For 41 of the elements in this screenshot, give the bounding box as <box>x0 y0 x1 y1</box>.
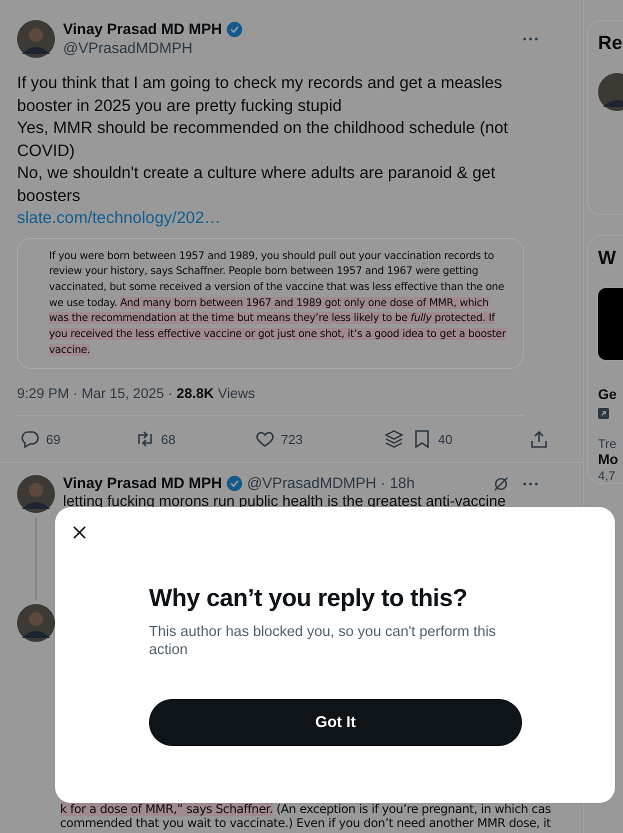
share-icon[interactable] <box>529 429 549 450</box>
close-icon[interactable] <box>73 526 86 539</box>
quote-text: If you were born between 1957 and 1989, you should pull out your vaccination records to review your history, says Schaffner. People born between 1957 and 1967 were getting vaccinated, but some received a version of the vaccine that was less effective than the one we use today. And many born between 1967 and 1989 got only one dose of MMR, which was the recommendation at the time but means they’re less likely to be fully protected. If you received the less effective vaccine or got just one shot, it’s a good idea to get a booster vaccine. <box>49 248 508 358</box>
bookmark-icon[interactable] <box>412 429 432 450</box>
thumbnail[interactable] <box>598 288 623 360</box>
quote-text: k for a dose of MMR,” says Schaffner. (An exception is if you’re pregnant, in which cas <box>60 802 552 816</box>
views-label: Views <box>218 385 255 402</box>
heart-icon[interactable] <box>255 429 275 450</box>
action-count: 40 <box>438 432 452 447</box>
avatar[interactable] <box>17 20 55 58</box>
more-icon[interactable] <box>523 482 538 486</box>
action-count: 723 <box>281 432 303 447</box>
author-handle[interactable]: @VPrasadMDMPH <box>63 40 515 57</box>
repost-icon[interactable] <box>135 429 155 450</box>
more-icon[interactable] <box>523 37 538 41</box>
quote-text: commended that you wait to vaccinate.) Even if you don’t need another MMR dose, it <box>60 816 552 830</box>
tweet-text: If you think that I am going to check my records and get a measles booster in 2025 you are pretty fucking stupid Yes, MMR should be recommended on the childhood schedule (not COVID) No, we shouldn't create a culture where adults are paranoid & get boosters <box>17 73 510 207</box>
author-name[interactable]: Vinay Prasad MD MPH <box>63 475 222 492</box>
got-it-button[interactable]: Got It <box>149 699 522 746</box>
action-count: 69 <box>46 432 60 447</box>
avatar[interactable] <box>17 604 55 642</box>
author-name[interactable]: Vinay Prasad MD MPH <box>63 21 222 38</box>
dialog-title: Why can’t you reply to this? <box>149 585 468 613</box>
trend-context: Tre <box>598 437 616 451</box>
dialog-message: This author has blocked you, so you can't perform this action <box>149 623 497 659</box>
reply-icon[interactable] <box>20 429 40 450</box>
author-handle[interactable]: @VPrasadMDMPH · 18h <box>246 475 415 492</box>
view-count: 28.8K <box>176 385 214 402</box>
layers-icon[interactable] <box>384 429 404 450</box>
trend-count: 4,7 <box>598 469 616 483</box>
arrow-icon <box>598 408 609 419</box>
trend-headline[interactable]: Ge <box>598 386 617 402</box>
trend-topic[interactable]: Mo <box>598 451 618 467</box>
quote-card[interactable] <box>17 238 524 370</box>
avatar[interactable] <box>17 475 55 514</box>
card-title: Re <box>598 33 622 55</box>
timestamp[interactable]: 9:29 PM · Mar 15, 2025 · <box>17 385 177 402</box>
card-title: W <box>598 248 616 270</box>
reply-text: letting fucking morons run public health is the greatest anti-vaccine <box>63 492 507 512</box>
slashed-circle-icon[interactable] <box>493 476 509 492</box>
action-count: 68 <box>161 432 176 447</box>
